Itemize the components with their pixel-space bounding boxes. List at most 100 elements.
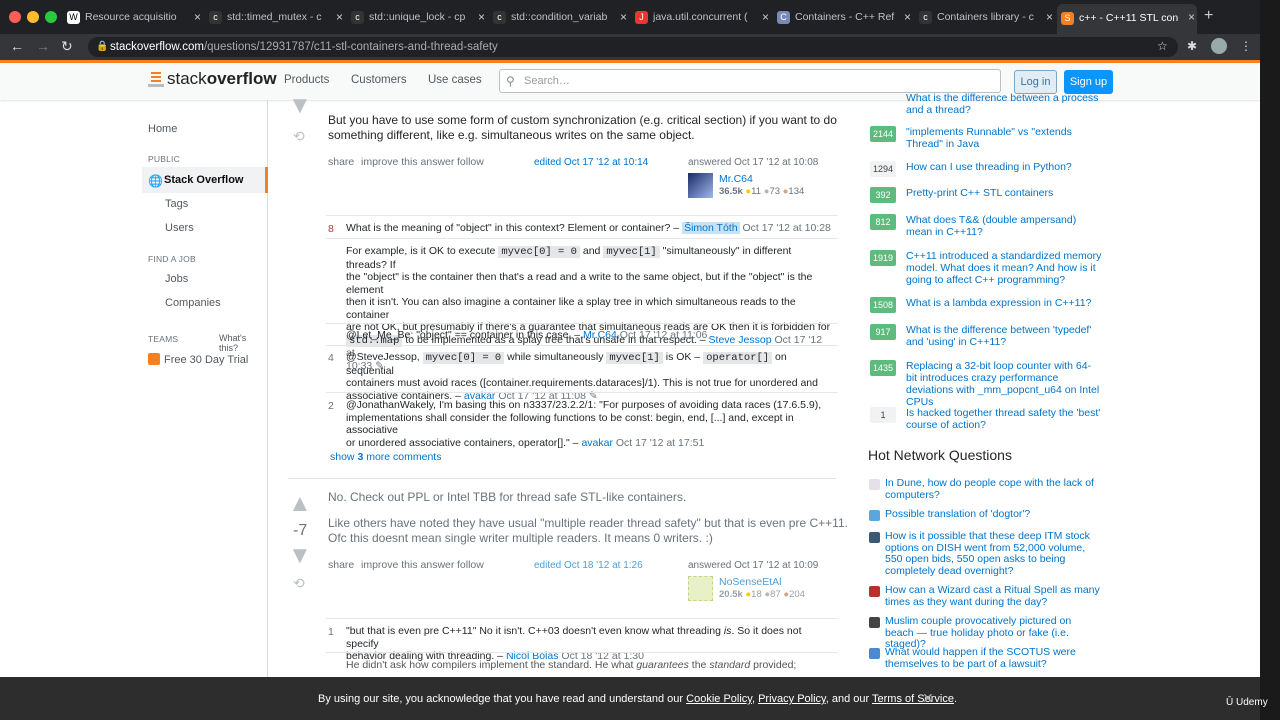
related-question-link[interactable]: What does T&& (double ampersand) mean in… [906, 214, 1102, 238]
user-name-link[interactable]: Mr.C64 [719, 173, 753, 185]
signup-button[interactable]: Sign up [1064, 70, 1113, 94]
hot-network-question-link[interactable]: How is it possible that these deep ITM s… [885, 530, 1100, 577]
terms-of-service-link[interactable]: Terms of Service [872, 693, 954, 705]
related-question-link[interactable]: Pretty-print C++ STL containers [906, 187, 1102, 199]
share-link[interactable]: share [328, 559, 354, 571]
tab-close-icon[interactable]: × [478, 10, 485, 24]
hot-network-question-link[interactable]: How can a Wizard cast a Ritual Spell as … [885, 584, 1100, 608]
downvote-arrow-icon[interactable]: ▼ [288, 542, 312, 570]
comment-user-link[interactable]: avakar [581, 437, 613, 449]
login-button[interactable]: Log in [1014, 70, 1057, 94]
nav-use-cases[interactable]: Use cases [428, 74, 482, 86]
tab-close-icon[interactable]: × [620, 10, 627, 24]
tab-close-icon[interactable]: × [904, 10, 911, 24]
back-icon[interactable]: ← [10, 38, 24, 54]
tab-title: c++ - C++11 STL con [1079, 12, 1179, 24]
browser-tab[interactable]: c std::timed_mutex - c × [205, 6, 345, 30]
follow-link[interactable]: follow [457, 156, 484, 168]
related-question-link[interactable]: What is a lambda expression in C++11? [906, 297, 1102, 309]
history-icon[interactable]: ⟲ [293, 575, 305, 592]
nav-products[interactable]: Products [284, 74, 329, 86]
tab-close-icon[interactable]: × [194, 10, 201, 24]
privacy-policy-link[interactable]: Privacy Policy [758, 693, 826, 705]
related-question-link[interactable]: "implements Runnable" vs "extends Thread… [906, 126, 1102, 150]
extensions-icon[interactable]: ✱ [1187, 39, 1197, 53]
edited-timestamp[interactable]: edited Oct 17 '12 at 10:14 [534, 157, 648, 168]
browser-tab[interactable]: C Containers - C++ Ref × [773, 6, 913, 30]
url-field[interactable]: 🔒 stackoverflow.com/questions/12931787/c1… [88, 37, 1178, 57]
close-window-button[interactable] [9, 11, 21, 23]
sidebar-item-companies[interactable]: Companies [165, 297, 221, 309]
site-favicon-icon [869, 586, 880, 597]
user-avatar[interactable] [688, 576, 713, 601]
user-avatar[interactable] [688, 173, 713, 198]
sidebar-item-tags[interactable]: Tags [165, 198, 188, 210]
sidebar-item-home[interactable]: Home [148, 123, 177, 135]
browser-tab[interactable]: c Containers library - c × [915, 6, 1055, 30]
sidebar-item-stackoverflow[interactable]: 🌐 Stack Overflow [142, 167, 268, 193]
comment-user-link[interactable]: Mr.C64 [583, 329, 617, 341]
improve-answer-link[interactable]: improve this answer [361, 559, 454, 571]
new-tab-button[interactable]: + [1204, 7, 1213, 25]
cookie-policy-link[interactable]: Cookie Policy [686, 693, 752, 705]
upvote-arrow-icon[interactable]: ▲ [288, 490, 312, 518]
tab-close-icon[interactable]: × [1046, 10, 1053, 24]
comment: @Let_Me_Be: "object" == container in thi… [346, 329, 708, 341]
related-question-link[interactable]: How can I use threading in Python? [906, 161, 1102, 173]
comment-user-link[interactable]: Šimon Tóth [682, 222, 740, 234]
user-reputation: 20.5k ●18 ●87 ●204 [719, 589, 805, 600]
comment-score: 8 [328, 223, 334, 235]
sidebar-item-users[interactable]: Users [165, 222, 194, 234]
browser-tab[interactable]: c std::unique_lock - cp × [347, 6, 487, 30]
stackoverflow-logo[interactable]: stackoverflow [148, 69, 277, 89]
browser-tab[interactable]: c std::condition_variab × [489, 6, 629, 30]
sidebar-item-jobs[interactable]: Jobs [165, 273, 188, 285]
downvote-arrow-icon[interactable]: ▼ [288, 92, 312, 120]
menu-kebab-icon[interactable]: ⋮ [1240, 39, 1252, 53]
related-question-link[interactable]: Is hacked together thread safety the 'be… [906, 407, 1102, 431]
hot-network-question-link[interactable]: Possible translation of 'dogtor'? [885, 508, 1100, 521]
edited-timestamp[interactable]: edited Oct 18 '12 at 1:26 [534, 560, 643, 571]
user-name-link[interactable]: NoSenseEtAl [719, 576, 781, 588]
comment: @JonathanWakely, I'm basing this on n333… [346, 399, 822, 449]
related-answer-count: 1294 [870, 161, 896, 177]
teams-whats-this-link[interactable]: What's this? [219, 333, 267, 353]
tab-close-icon[interactable]: × [1188, 10, 1195, 24]
answer-text-line: But you have to use some form of custom … [328, 113, 837, 127]
related-question-link[interactable]: What is the difference between a process… [906, 92, 1102, 116]
history-icon[interactable]: ⟲ [293, 128, 305, 145]
forward-icon[interactable]: → [36, 38, 50, 54]
free-trial-link[interactable]: Free 30 Day Trial [148, 353, 248, 366]
tab-title: Containers library - c [937, 11, 1034, 23]
tab-close-icon[interactable]: × [336, 10, 343, 24]
tab-title: std::timed_mutex - c [227, 11, 322, 23]
related-question-link[interactable]: C++11 introduced a standardized memory m… [906, 250, 1102, 286]
browser-tab[interactable]: Sc++ - C++11 STL con × [1057, 4, 1197, 34]
improve-answer-link[interactable]: improve this answer [361, 156, 454, 168]
related-question-link[interactable]: What is the difference between 'typedef'… [906, 324, 1102, 348]
tab-favicon-icon: c [351, 11, 364, 24]
hot-network-question-link[interactable]: What would happen if the SCOTUS were the… [885, 646, 1100, 670]
browser-tab[interactable]: Jjava.util.concurrent (× [631, 6, 771, 30]
search-input[interactable]: ⚲ Search… [499, 69, 1001, 93]
hot-network-question-link[interactable]: In Dune, how do people cope with the lac… [885, 477, 1100, 501]
comment-divider [326, 215, 838, 216]
nav-customers[interactable]: Customers [351, 74, 407, 86]
stack-logo-icon [148, 69, 164, 87]
minimize-window-button[interactable] [27, 11, 39, 23]
share-link[interactable]: share [328, 156, 354, 168]
comment-divider [326, 392, 838, 393]
close-icon[interactable]: ✕ [922, 690, 934, 707]
comment-date: Oct 17 '12 at 10:28 [742, 222, 831, 234]
profile-avatar[interactable] [1211, 38, 1227, 54]
tab-close-icon[interactable]: × [762, 10, 769, 24]
browser-tab[interactable]: W Resource acquisitio × [63, 6, 203, 30]
comment: "but that is even pre C++11" No it isn't… [346, 625, 802, 662]
show-more-comments-link[interactable]: show 3 more comments [330, 451, 441, 463]
related-question-link[interactable]: Replacing a 32-bit loop counter with 64-… [906, 360, 1102, 408]
bookmark-star-icon[interactable]: ☆ [1157, 39, 1168, 53]
follow-link[interactable]: follow [457, 559, 484, 571]
reload-icon[interactable]: ↻ [61, 38, 73, 55]
maximize-window-button[interactable] [45, 11, 57, 23]
tab-favicon-icon: c [493, 11, 506, 24]
